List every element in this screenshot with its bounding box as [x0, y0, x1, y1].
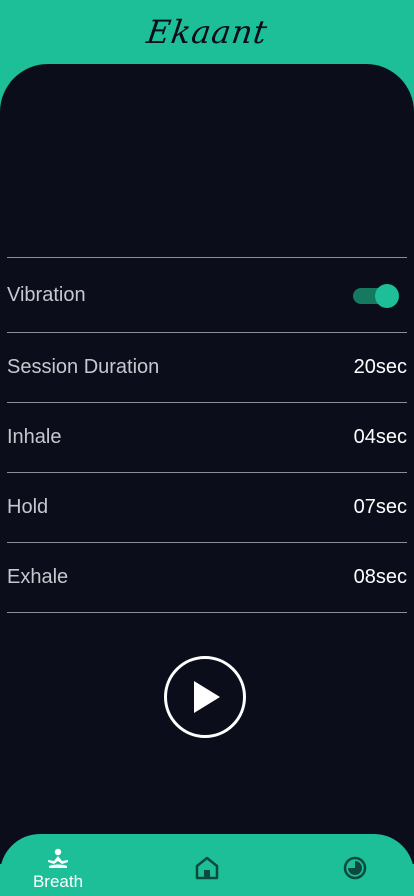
- exhale-label: Exhale: [7, 566, 69, 588]
- inhale-label: Inhale: [7, 426, 62, 448]
- app-logo: Ekaant: [144, 13, 270, 51]
- play-button[interactable]: [164, 656, 246, 738]
- vibration-toggle[interactable]: [353, 284, 399, 308]
- hold-value[interactable]: 07sec: [354, 496, 407, 519]
- inhale-row[interactable]: Inhale 04sec: [7, 403, 407, 472]
- exhale-value[interactable]: 08sec: [354, 566, 407, 589]
- play-icon: [194, 681, 220, 713]
- app-screen: Ekaant Vibration Session Duration 20sec …: [0, 0, 414, 896]
- settings-list: Vibration Session Duration 20sec Inhale …: [7, 257, 407, 613]
- session-duration-label: Session Duration: [7, 356, 160, 378]
- exhale-row[interactable]: Exhale 08sec: [7, 543, 407, 612]
- home-icon: [195, 856, 219, 880]
- stats-icon: [343, 856, 367, 880]
- hold-row[interactable]: Hold 07sec: [7, 473, 407, 542]
- bottom-nav: Breath: [0, 834, 414, 896]
- app-header: Ekaant: [0, 0, 414, 64]
- session-duration-row[interactable]: Session Duration 20sec: [7, 333, 407, 402]
- toggle-thumb: [375, 284, 399, 308]
- meditation-icon: [48, 848, 68, 868]
- vibration-label: Vibration: [7, 283, 86, 306]
- breath-panel: Vibration Session Duration 20sec Inhale …: [0, 64, 414, 864]
- nav-item-breath[interactable]: Breath: [30, 848, 86, 892]
- hold-label: Hold: [7, 496, 49, 518]
- vibration-row: Vibration: [7, 258, 407, 332]
- nav-item-breath-label: Breath: [32, 872, 84, 891]
- divider: [7, 612, 407, 613]
- inhale-value[interactable]: 04sec: [354, 426, 407, 449]
- nav-item-stats[interactable]: [343, 856, 367, 880]
- session-duration-value[interactable]: 20sec: [354, 356, 407, 379]
- nav-item-home[interactable]: [194, 856, 220, 880]
